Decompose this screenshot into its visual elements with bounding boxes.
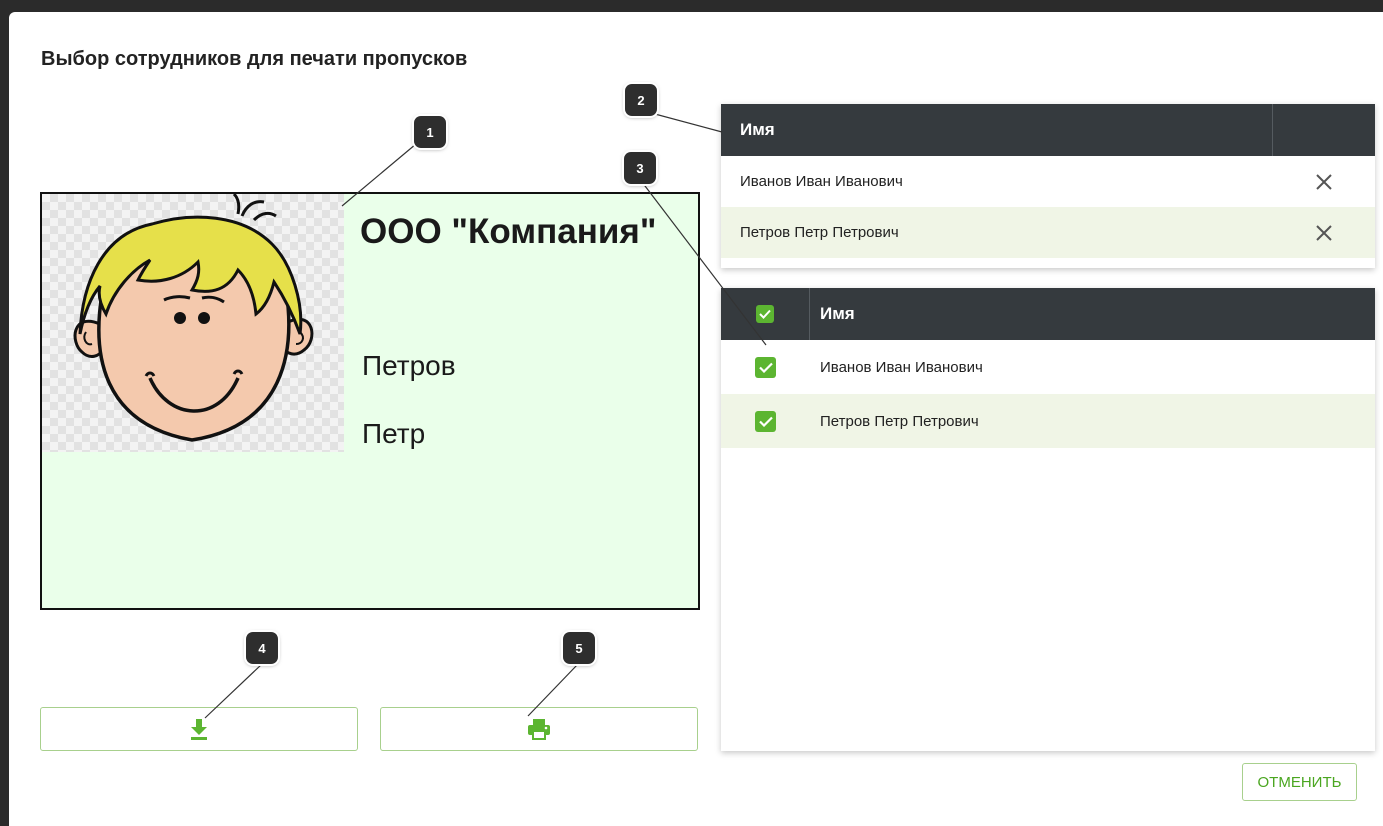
row-checkbox-cell — [721, 410, 810, 432]
checkmark-icon — [759, 309, 771, 319]
select-all-checkbox[interactable] — [756, 305, 774, 323]
close-icon — [1315, 224, 1332, 241]
dialog-title: Выбор сотрудников для печати пропусков — [41, 48, 468, 70]
selected-table-header: Имя — [721, 104, 1375, 156]
callout-marker-3: 3 — [624, 152, 656, 184]
column-header-actions — [1272, 104, 1375, 156]
printer-icon — [528, 719, 550, 740]
print-button[interactable] — [380, 707, 698, 751]
download-button[interactable] — [40, 707, 358, 751]
employee-name: Иванов Иван Иванович — [820, 358, 983, 376]
table-row[interactable]: Петров Петр Петрович — [721, 207, 1375, 258]
table-row[interactable]: Иванов Иван Иванович — [721, 156, 1375, 207]
table-row[interactable]: Иванов Иван Иванович — [721, 340, 1375, 394]
employee-last-name: Петров — [362, 350, 456, 381]
cancel-button[interactable]: ОТМЕНИТЬ — [1242, 763, 1357, 801]
callout-marker-1: 1 — [414, 116, 446, 148]
employee-name: Петров Петр Петрович — [740, 224, 899, 241]
employees-list-panel: Имя Иванов Иван Иванович Петров Петр Пет… — [721, 288, 1375, 751]
callout-marker-2: 2 — [625, 84, 657, 116]
download-icon — [191, 719, 207, 740]
employee-name: Петров Петр Петрович — [820, 412, 979, 430]
remove-button[interactable] — [1272, 224, 1375, 242]
column-header-name[interactable]: Имя — [721, 104, 1272, 156]
badge-preview: ООО "Компания" Петров Петр — [40, 192, 700, 610]
print-passes-dialog: Выбор сотрудников для печати пропусков О… — [9, 12, 1383, 826]
callout-marker-4: 4 — [246, 632, 278, 664]
remove-button[interactable] — [1272, 173, 1375, 191]
table-row[interactable]: Петров Петр Петрович — [721, 394, 1375, 448]
row-checkbox[interactable] — [755, 410, 776, 432]
employee-photo — [42, 194, 344, 452]
row-checkbox-cell — [721, 356, 810, 378]
employees-table-header: Имя — [721, 288, 1375, 340]
checkmark-icon — [758, 416, 773, 427]
column-header-name[interactable]: Имя — [810, 304, 855, 324]
selected-employees-panel: Имя Иванов Иван Иванович Петров Петр Пет… — [721, 104, 1375, 268]
callout-marker-5: 5 — [563, 632, 595, 664]
close-icon — [1315, 173, 1332, 190]
select-all-cell — [721, 288, 810, 340]
checkmark-icon — [758, 362, 773, 373]
employee-name: Иванов Иван Иванович — [740, 173, 903, 190]
row-checkbox[interactable] — [755, 356, 776, 378]
company-name: ООО "Компания" — [360, 212, 657, 251]
cartoon-face-image — [73, 194, 314, 442]
employee-first-name: Петр — [362, 418, 426, 449]
